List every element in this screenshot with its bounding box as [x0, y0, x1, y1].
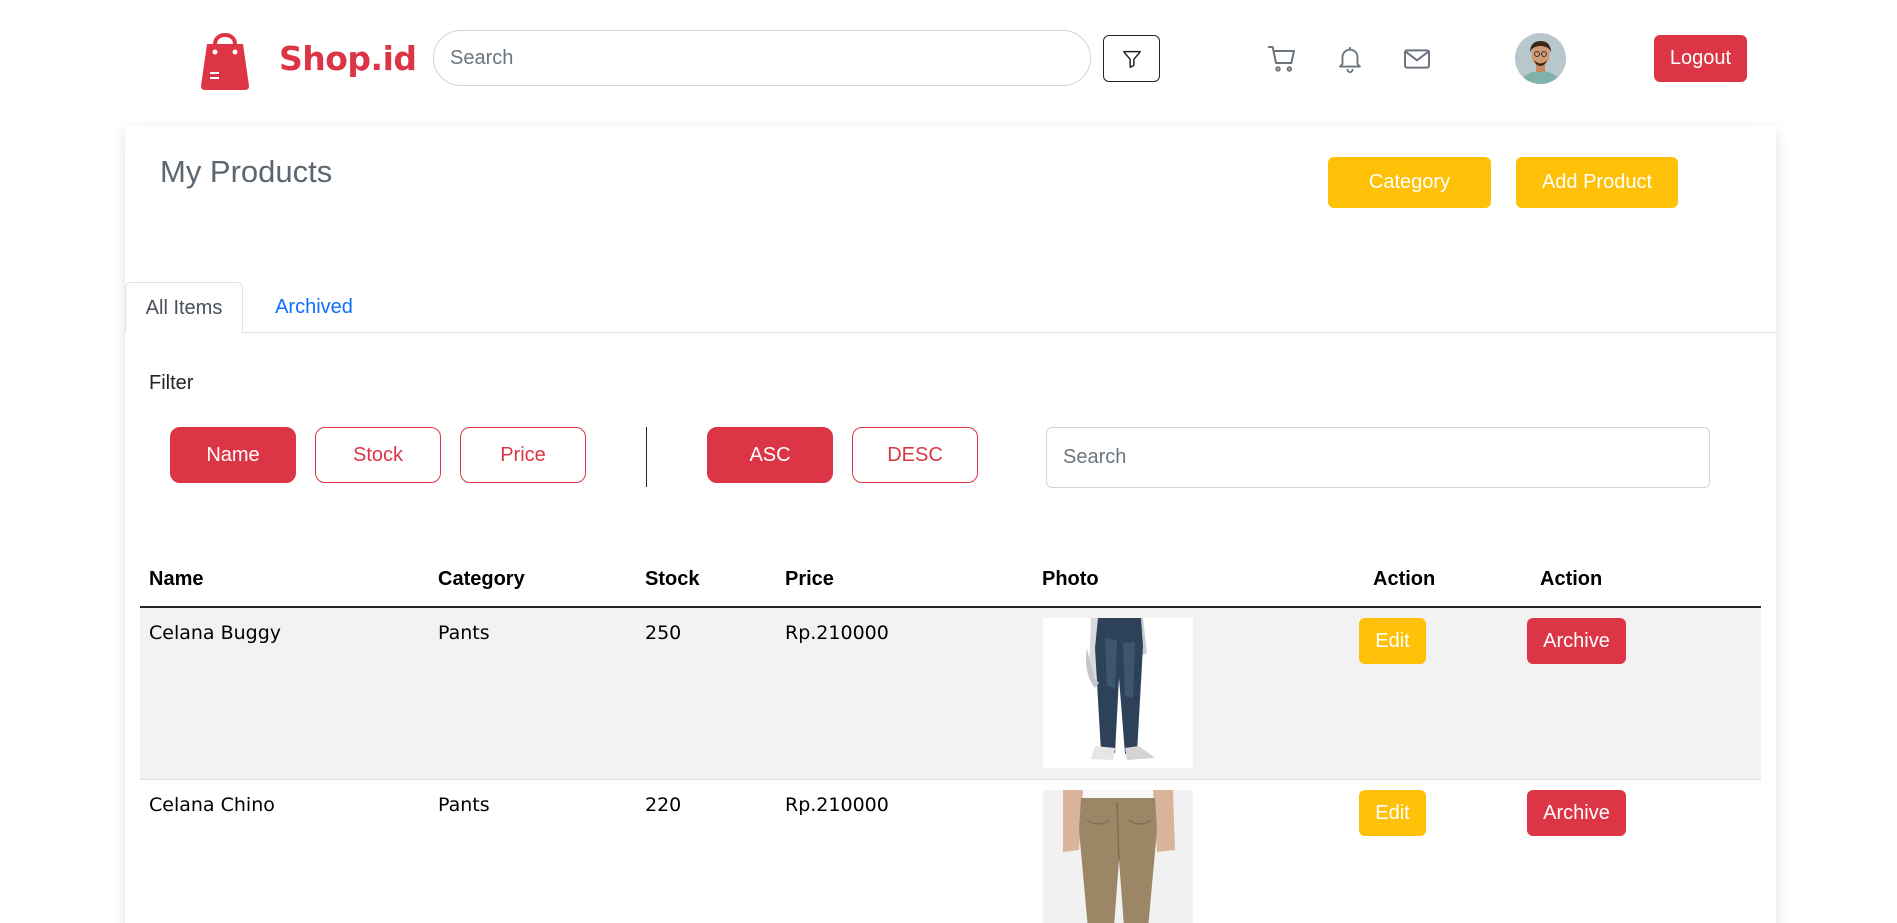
mail-icon[interactable] [1400, 42, 1434, 76]
add-product-button[interactable]: Add Product [1516, 157, 1678, 208]
edit-button[interactable]: Edit [1359, 618, 1426, 664]
user-avatar[interactable] [1515, 33, 1566, 84]
product-tabs: All Items Archived [125, 282, 1776, 334]
edit-button[interactable]: Edit [1359, 790, 1426, 836]
column-header-category: Category [438, 568, 525, 590]
column-header-name: Name [149, 568, 204, 590]
brand[interactable]: Shop.id [199, 26, 417, 90]
logout-button[interactable]: Logout [1654, 35, 1747, 82]
column-header-stock: Stock [645, 568, 700, 590]
cell-stock: 220 [645, 794, 682, 816]
archive-button[interactable]: Archive [1527, 790, 1626, 836]
cell-price: Rp.210000 [785, 622, 889, 644]
bell-icon[interactable] [1333, 42, 1367, 76]
brand-name: Shop.id [279, 38, 417, 78]
cell-name: Celana Chino [149, 794, 275, 816]
products-card: My Products Category Add Product All Ite… [125, 126, 1776, 923]
table-row: Celana Buggy Pants 250 Rp.210000 Edit Ar… [140, 608, 1761, 780]
table-row: Celana Chino Pants 220 Rp.210000 Edit Ar… [140, 780, 1761, 923]
column-header-photo: Photo [1042, 568, 1099, 590]
order-asc-button[interactable]: ASC [707, 427, 833, 483]
tab-archived[interactable]: Archived [264, 282, 364, 333]
sort-price-button[interactable]: Price [460, 427, 586, 483]
filter-divider [646, 427, 647, 487]
header-search-input[interactable] [433, 30, 1091, 86]
cell-category: Pants [438, 794, 490, 816]
baggy-jeans-photo [1043, 618, 1193, 768]
category-button[interactable]: Category [1328, 157, 1491, 208]
tab-all-items[interactable]: All Items [125, 282, 243, 334]
sort-stock-button[interactable]: Stock [315, 427, 441, 483]
filter-label: Filter [149, 372, 194, 394]
cart-icon[interactable] [1265, 42, 1299, 76]
shopping-bag-icon [201, 33, 249, 90]
page-title: My Products [160, 154, 333, 189]
column-header-action: Action [1373, 568, 1436, 590]
header-filter-button[interactable] [1103, 35, 1160, 82]
sort-name-button[interactable]: Name [170, 427, 296, 483]
archive-button[interactable]: Archive [1527, 618, 1626, 664]
cell-name: Celana Buggy [149, 622, 282, 644]
cell-stock: 250 [645, 622, 682, 644]
table-header: Name Category Stock Price Photo Action A… [140, 546, 1761, 608]
chino-pants-photo [1043, 790, 1193, 923]
cell-price: Rp.210000 [785, 794, 889, 816]
navbar: Shop.id Search Logout [0, 0, 1897, 118]
product-search-input[interactable] [1046, 427, 1710, 488]
funnel-icon [1122, 50, 1141, 68]
column-header-price: Price [785, 568, 834, 590]
products-table: Name Category Stock Price Photo Action A… [140, 546, 1761, 923]
column-header-action: Action [1540, 568, 1603, 590]
order-desc-button[interactable]: DESC [852, 427, 978, 483]
cell-category: Pants [438, 622, 490, 644]
